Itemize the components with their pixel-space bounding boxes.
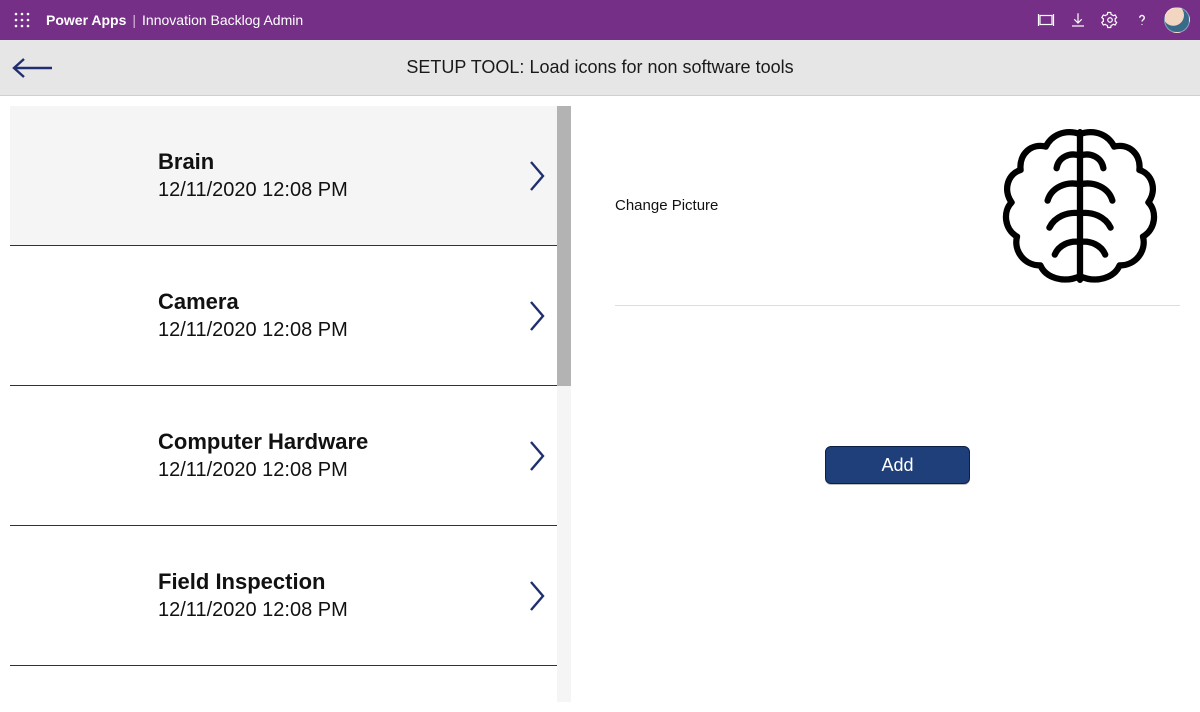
list-item-date: 12/11/2020 12:08 PM <box>158 599 348 622</box>
list-item-date: 12/11/2020 12:08 PM <box>158 319 348 342</box>
list-item-name: Computer Hardware <box>158 429 368 455</box>
add-button[interactable]: Add <box>825 446 970 484</box>
list-item[interactable]: Camera 12/11/2020 12:08 PM <box>10 246 558 386</box>
app-header: Power Apps | Innovation Backlog Admin <box>0 0 1200 40</box>
icon-preview <box>980 111 1180 301</box>
list-scrollbar[interactable] <box>557 106 571 702</box>
change-picture-label: Change Picture <box>615 197 718 214</box>
app-title: Power Apps <box>46 12 126 28</box>
list-item-date: 12/11/2020 12:08 PM <box>158 179 348 202</box>
chevron-right-icon <box>528 299 546 333</box>
list-item-name: Field Inspection <box>158 569 348 595</box>
page-subheader: SETUP TOOL: Load icons for non software … <box>0 40 1200 96</box>
title-separator: | <box>132 12 136 28</box>
brain-icon <box>990 116 1170 296</box>
user-avatar[interactable] <box>1164 7 1190 33</box>
help-icon[interactable] <box>1126 4 1158 36</box>
list-item-name: Camera <box>158 289 348 315</box>
list-scrollbar-thumb[interactable] <box>557 106 571 386</box>
download-icon[interactable] <box>1062 4 1094 36</box>
chevron-right-icon <box>528 159 546 193</box>
list-item[interactable]: Computer Hardware 12/11/2020 12:08 PM <box>10 386 558 526</box>
list-item-date: 12/11/2020 12:08 PM <box>158 459 368 482</box>
page-name: Innovation Backlog Admin <box>142 12 303 28</box>
app-launcher-icon[interactable] <box>10 8 34 32</box>
page-title: SETUP TOOL: Load icons for non software … <box>406 57 793 78</box>
detail-panel: Change Picture <box>575 96 1200 712</box>
content-area: Brain 12/11/2020 12:08 PM Camera 12/11/2020… <box>0 96 1200 712</box>
back-arrow-icon[interactable] <box>10 56 54 80</box>
gear-icon[interactable] <box>1094 4 1126 36</box>
list-item[interactable]: Brain 12/11/2020 12:08 PM <box>10 106 558 246</box>
tool-list-panel: Brain 12/11/2020 12:08 PM Camera 12/11/2020… <box>0 96 575 712</box>
change-picture-row[interactable]: Change Picture <box>615 106 1180 306</box>
chevron-right-icon <box>528 579 546 613</box>
chevron-right-icon <box>528 439 546 473</box>
fit-to-screen-icon[interactable] <box>1030 4 1062 36</box>
list-item[interactable]: Field Inspection 12/11/2020 12:08 PM <box>10 526 558 666</box>
list-item-name: Brain <box>158 149 348 175</box>
